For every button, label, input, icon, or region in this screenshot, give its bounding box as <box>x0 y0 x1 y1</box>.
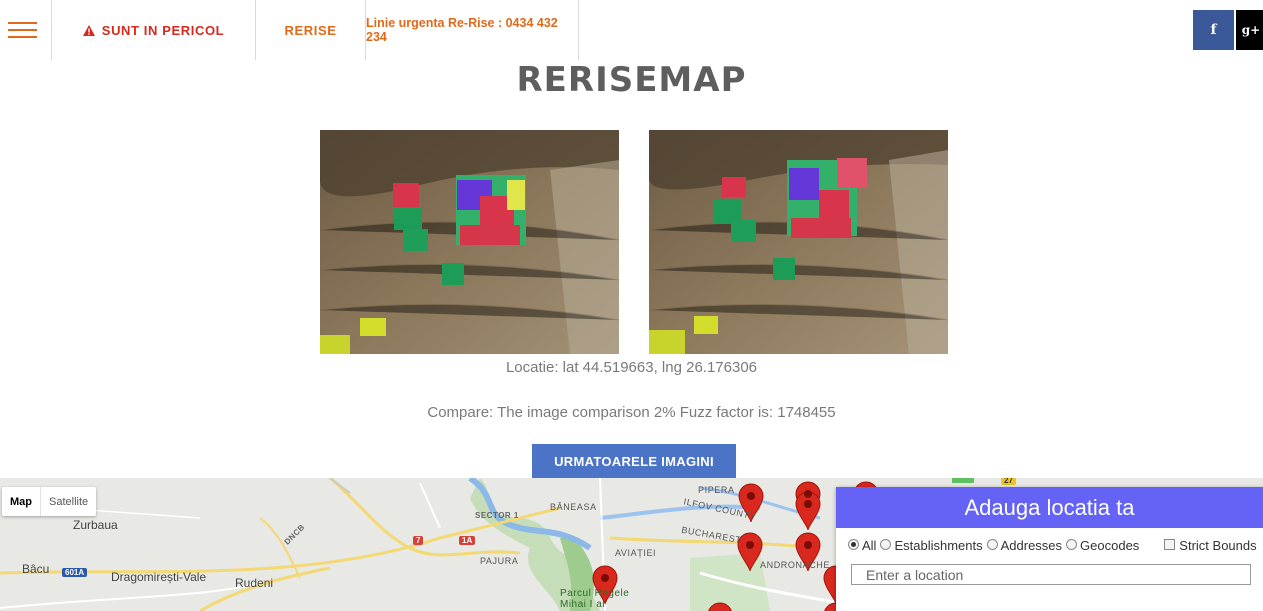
filter-geocodes-label: Geocodes <box>1080 538 1140 553</box>
map-label-andronache: ANDRONACHE <box>760 560 831 570</box>
filter-geocodes[interactable]: Geocodes <box>1066 538 1139 553</box>
top-nav: SUNT IN PERICOL RERISE Linie urgenta Re-… <box>0 0 1263 60</box>
map-label-dragomiresti: Dragomirești-Vale <box>111 570 207 584</box>
location-search-input[interactable] <box>851 564 1251 585</box>
map-label-pipera: PIPERA <box>698 485 735 495</box>
map-label-bacu: Bâcu <box>22 562 50 576</box>
facebook-letter: f <box>1210 22 1217 38</box>
map-type-control: Map Satellite <box>2 487 97 516</box>
filter-geocodes-radio[interactable] <box>1066 539 1078 550</box>
nav-danger-label: SUNT IN PERICOL <box>101 22 225 38</box>
map-label-rudeni: Rudeni <box>235 576 274 590</box>
strict-bounds-option[interactable]: Strict Bounds <box>1164 538 1257 553</box>
comparison-image-1 <box>320 130 619 354</box>
map-label-aviatiei: AVIAȚIEI <box>615 548 657 558</box>
googleplus-letter: g+ <box>1241 23 1261 37</box>
road-shield-7: 7 <box>413 536 424 545</box>
nav-rerise-label: RERISE <box>284 22 337 38</box>
googleplus-icon[interactable]: g+ <box>1236 10 1263 50</box>
filter-all-radio[interactable] <box>848 539 859 550</box>
location-coordinates: Locatie: lat 44.519663, lng 26.176306 <box>505 359 758 376</box>
map-label-park: Parcul Regele Mihai I al <box>560 588 630 610</box>
next-images-button[interactable]: URMATOARELE IMAGINI <box>532 444 736 478</box>
map-type-satellite-button[interactable]: Satellite <box>41 487 96 516</box>
location-filter-group: All Establishments Addresses Geocodes St… <box>848 538 1261 553</box>
filter-establishments[interactable]: Establishments <box>880 538 983 553</box>
add-location-panel: Adauga locatia ta All Establishments Add… <box>836 487 1263 611</box>
nav-phone-label: Linie urgenta Re-Rise : 0434 432 234 <box>366 16 558 44</box>
comparison-image-2 <box>649 130 948 354</box>
filter-all-label: All <box>862 538 877 553</box>
filter-establishments-radio[interactable] <box>880 539 892 550</box>
map-label-pajura: PAJURA <box>480 556 519 566</box>
nav-rerise-link[interactable]: RERISE <box>256 0 366 60</box>
comparison-result: Compare: The image comparison 2% Fuzz fa… <box>427 404 836 421</box>
road-shield-1a: 1A <box>459 536 476 545</box>
road-shield-601a: 601A <box>62 568 88 577</box>
filter-all[interactable]: All <box>848 538 876 553</box>
filter-addresses[interactable]: Addresses <box>986 538 1063 553</box>
nav-emergency-phone[interactable]: Linie urgenta Re-Rise : 0434 432 234 <box>366 0 579 60</box>
strict-bounds-checkbox[interactable] <box>1164 539 1176 550</box>
filter-addresses-label: Addresses <box>1000 538 1063 553</box>
strict-bounds-label: Strict Bounds <box>1179 538 1257 553</box>
facebook-icon[interactable]: f <box>1193 10 1234 50</box>
page-title: RERISEMAP <box>516 60 747 100</box>
map-label-baneasa: BĂNEASA <box>550 502 597 512</box>
filter-addresses-radio[interactable] <box>986 539 998 550</box>
map-label-zurbaua: Zurbaua <box>73 518 118 532</box>
map-label-sector1: SECTOR 1 <box>475 511 519 520</box>
hamburger-menu-icon[interactable] <box>0 0 52 60</box>
road-shield-27: 27 <box>1001 478 1016 485</box>
map-type-map-button[interactable]: Map <box>2 487 41 516</box>
add-location-title: Adauga locatia ta <box>836 487 1263 528</box>
nav-danger-link[interactable]: SUNT IN PERICOL <box>52 0 256 60</box>
filter-establishments-label: Establishments <box>894 538 983 553</box>
warning-icon <box>82 24 95 36</box>
